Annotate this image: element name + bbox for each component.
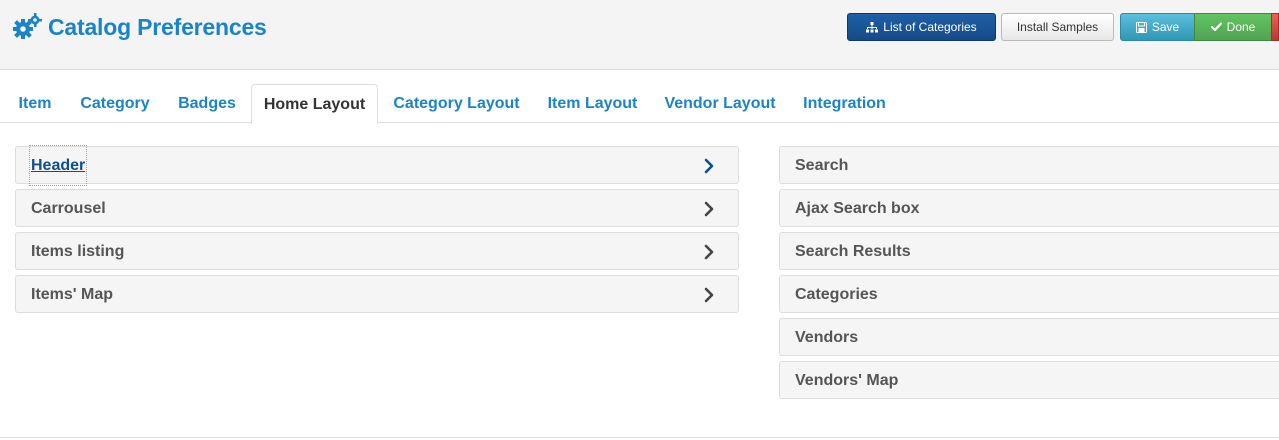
tab-integration[interactable]: Integration [793, 84, 896, 123]
panel-search-label: Search [795, 157, 849, 174]
toolbar: List of Categories Install Samples Save … [0, 13, 1279, 41]
tab-item[interactable]: Item [9, 84, 61, 123]
tab-category-layout[interactable]: Category Layout [383, 84, 530, 123]
panel-categories-label: Categories [795, 286, 878, 303]
tab-item-layout[interactable]: Item Layout [538, 84, 647, 123]
preferences-tabs: Item Category Badges Home Layout Categor… [0, 84, 1279, 124]
chevron-right-icon [704, 201, 714, 217]
chevron-right-icon [704, 158, 714, 174]
panel-categories[interactable]: Categories [779, 275, 1279, 313]
done-button[interactable]: Done [1194, 13, 1272, 41]
panel-items-map-label: Items' Map [31, 286, 114, 303]
done-label: Done [1226, 20, 1256, 34]
list-of-categories-button[interactable]: List of Categories [847, 13, 996, 41]
panel-search[interactable]: Search [779, 146, 1279, 184]
panel-vendors-label: Vendors [795, 329, 859, 346]
panel-vendors[interactable]: Vendors [779, 318, 1279, 356]
panel-vendors-map-label: Vendors' Map [795, 372, 899, 389]
panel-header-label[interactable]: Header [28, 145, 88, 186]
install-samples-label: Install Samples [1016, 20, 1099, 34]
install-samples-button[interactable]: Install Samples [1001, 13, 1114, 41]
tab-vendor-layout[interactable]: Vendor Layout [655, 84, 785, 123]
page-header: Catalog Preferences List of Categories I… [0, 0, 1279, 70]
panel-carrousel[interactable]: Carrousel [15, 189, 739, 227]
panel-items-map[interactable]: Items' Map [15, 275, 739, 313]
save-button[interactable]: Save [1120, 13, 1195, 41]
floppy-disk-icon [1135, 21, 1147, 33]
panel-search-results-label: Search Results [795, 243, 911, 260]
save-label: Save [1151, 20, 1180, 34]
tab-badges[interactable]: Badges [168, 84, 246, 123]
close-button-partial[interactable] [1271, 13, 1279, 41]
panel-vendors-map[interactable]: Vendors' Map [779, 361, 1279, 399]
tab-home-layout[interactable]: Home Layout [251, 84, 378, 124]
tab-category[interactable]: Category [70, 84, 160, 123]
panel-items-listing-label: Items listing [31, 243, 125, 260]
sitemap-icon [866, 21, 879, 32]
checkmark-icon [1210, 22, 1222, 32]
panel-ajax-search-box[interactable]: Ajax Search box [779, 189, 1279, 227]
panel-items-listing[interactable]: Items listing [15, 232, 739, 270]
panel-carrousel-label: Carrousel [31, 200, 106, 217]
chevron-right-icon [704, 244, 714, 260]
panel-search-results[interactable]: Search Results [779, 232, 1279, 270]
chevron-right-icon [704, 287, 714, 303]
footer-divider [0, 437, 1279, 438]
list-of-categories-label: List of Categories [883, 20, 977, 34]
panel-header[interactable]: Header [15, 145, 739, 186]
panel-ajax-search-box-label: Ajax Search box [795, 200, 920, 217]
